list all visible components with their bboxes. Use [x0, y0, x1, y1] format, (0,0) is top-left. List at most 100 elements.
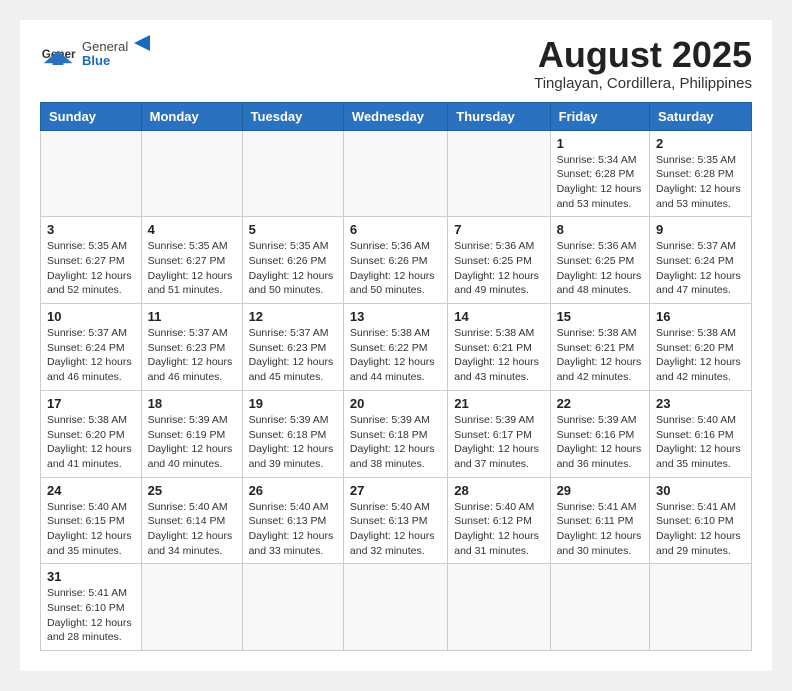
calendar-cell	[550, 564, 649, 651]
day-number: 23	[656, 396, 745, 411]
day-number: 29	[557, 483, 643, 498]
day-number: 1	[557, 136, 643, 151]
calendar-cell: 28 Sunrise: 5:40 AM Sunset: 6:12 PM Dayli…	[448, 477, 550, 564]
weekday-header-row: SundayMondayTuesdayWednesdayThursdayFrid…	[41, 102, 752, 130]
day-number: 14	[454, 309, 543, 324]
weekday-header-thursday: Thursday	[448, 102, 550, 130]
calendar-cell	[448, 564, 550, 651]
logo-icon: General	[40, 38, 76, 74]
day-number: 20	[350, 396, 441, 411]
location: Tinglayan, Cordillera, Philippines	[534, 75, 752, 92]
weekday-header-monday: Monday	[141, 102, 242, 130]
calendar-cell: 3Sunrise: 5:35 AM Sunset: 6:27 PM Daylig…	[41, 217, 142, 304]
day-info: Sunrise: 5:39 AM Sunset: 6:18 PM Dayligh…	[249, 413, 337, 472]
day-number: 28	[454, 483, 543, 498]
day-info: Sunrise: 5:38 AM Sunset: 6:20 PM Dayligh…	[47, 413, 135, 472]
day-info: Sunrise: 5:39 AM Sunset: 6:16 PM Dayligh…	[557, 413, 643, 472]
day-number: 17	[47, 396, 135, 411]
svg-text:General: General	[82, 39, 128, 54]
day-info: Sunrise: 5:38 AM Sunset: 6:22 PM Dayligh…	[350, 326, 441, 385]
weekday-header-friday: Friday	[550, 102, 649, 130]
day-info: Sunrise: 5:40 AM Sunset: 6:13 PM Dayligh…	[350, 500, 441, 559]
header: General General Blue August 2025 Tinglay…	[40, 35, 752, 92]
day-info: Sunrise: 5:36 AM Sunset: 6:25 PM Dayligh…	[557, 239, 643, 298]
week-row-4: 17 Sunrise: 5:38 AM Sunset: 6:20 PM Dayli…	[41, 390, 752, 477]
calendar-cell: 11Sunrise: 5:37 AM Sunset: 6:23 PM Dayli…	[141, 304, 242, 391]
week-row-2: 3Sunrise: 5:35 AM Sunset: 6:27 PM Daylig…	[41, 217, 752, 304]
day-info: Sunrise: 5:40 AM Sunset: 6:12 PM Dayligh…	[454, 500, 543, 559]
day-number: 9	[656, 222, 745, 237]
logo-text: General Blue	[82, 35, 162, 76]
day-number: 31	[47, 569, 135, 584]
calendar-cell	[141, 564, 242, 651]
day-info: Sunrise: 5:35 AM Sunset: 6:27 PM Dayligh…	[47, 239, 135, 298]
calendar-cell: 5 Sunrise: 5:35 AM Sunset: 6:26 PM Daylig…	[242, 217, 343, 304]
day-info: Sunrise: 5:39 AM Sunset: 6:19 PM Dayligh…	[148, 413, 236, 472]
day-info: Sunrise: 5:40 AM Sunset: 6:13 PM Dayligh…	[249, 500, 337, 559]
day-number: 11	[148, 309, 236, 324]
day-info: Sunrise: 5:35 AM Sunset: 6:27 PM Dayligh…	[148, 239, 236, 298]
calendar-cell: 8 Sunrise: 5:36 AM Sunset: 6:25 PM Daylig…	[550, 217, 649, 304]
calendar-cell	[242, 130, 343, 217]
weekday-header-sunday: Sunday	[41, 102, 142, 130]
day-number: 15	[557, 309, 643, 324]
day-info: Sunrise: 5:37 AM Sunset: 6:24 PM Dayligh…	[47, 326, 135, 385]
day-number: 5	[249, 222, 337, 237]
day-number: 19	[249, 396, 337, 411]
week-row-1: 1 Sunrise: 5:34 AM Sunset: 6:28 PM Daylig…	[41, 130, 752, 217]
week-row-6: 31 Sunrise: 5:41 AM Sunset: 6:10 PM Dayli…	[41, 564, 752, 651]
calendar-cell: 22 Sunrise: 5:39 AM Sunset: 6:16 PM Dayli…	[550, 390, 649, 477]
calendar-cell: 1 Sunrise: 5:34 AM Sunset: 6:28 PM Daylig…	[550, 130, 649, 217]
calendar-cell: 19 Sunrise: 5:39 AM Sunset: 6:18 PM Dayli…	[242, 390, 343, 477]
day-number: 30	[656, 483, 745, 498]
day-number: 10	[47, 309, 135, 324]
calendar-cell: 24Sunrise: 5:40 AM Sunset: 6:15 PM Dayli…	[41, 477, 142, 564]
day-info: Sunrise: 5:36 AM Sunset: 6:25 PM Dayligh…	[454, 239, 543, 298]
day-number: 16	[656, 309, 745, 324]
weekday-header-tuesday: Tuesday	[242, 102, 343, 130]
month-year: August 2025	[534, 35, 752, 75]
day-number: 25	[148, 483, 236, 498]
day-number: 6	[350, 222, 441, 237]
day-info: Sunrise: 5:34 AM Sunset: 6:28 PM Dayligh…	[557, 153, 643, 212]
day-number: 24	[47, 483, 135, 498]
calendar-cell: 15Sunrise: 5:38 AM Sunset: 6:21 PM Dayli…	[550, 304, 649, 391]
day-number: 22	[557, 396, 643, 411]
day-number: 12	[249, 309, 337, 324]
calendar-cell	[343, 130, 447, 217]
day-number: 8	[557, 222, 643, 237]
calendar-cell	[343, 564, 447, 651]
calendar-container: General General Blue August 2025 Tinglay…	[20, 20, 772, 671]
day-info: Sunrise: 5:35 AM Sunset: 6:28 PM Dayligh…	[656, 153, 745, 212]
calendar-cell	[41, 130, 142, 217]
svg-text:Blue: Blue	[82, 53, 110, 68]
title-block: August 2025 Tinglayan, Cordillera, Phili…	[534, 35, 752, 92]
calendar-cell	[242, 564, 343, 651]
calendar-cell: 26 Sunrise: 5:40 AM Sunset: 6:13 PM Dayli…	[242, 477, 343, 564]
calendar-cell: 27 Sunrise: 5:40 AM Sunset: 6:13 PM Dayli…	[343, 477, 447, 564]
calendar-cell: 29 Sunrise: 5:41 AM Sunset: 6:11 PM Dayli…	[550, 477, 649, 564]
calendar-cell: 23 Sunrise: 5:40 AM Sunset: 6:16 PM Dayli…	[650, 390, 752, 477]
day-info: Sunrise: 5:37 AM Sunset: 6:23 PM Dayligh…	[249, 326, 337, 385]
day-info: Sunrise: 5:40 AM Sunset: 6:16 PM Dayligh…	[656, 413, 745, 472]
calendar-cell: 13Sunrise: 5:38 AM Sunset: 6:22 PM Dayli…	[343, 304, 447, 391]
day-number: 4	[148, 222, 236, 237]
day-info: Sunrise: 5:41 AM Sunset: 6:10 PM Dayligh…	[656, 500, 745, 559]
weekday-header-wednesday: Wednesday	[343, 102, 447, 130]
calendar-cell	[650, 564, 752, 651]
calendar-cell: 12 Sunrise: 5:37 AM Sunset: 6:23 PM Dayli…	[242, 304, 343, 391]
day-info: Sunrise: 5:41 AM Sunset: 6:10 PM Dayligh…	[47, 586, 135, 645]
day-number: 26	[249, 483, 337, 498]
calendar-cell: 25Sunrise: 5:40 AM Sunset: 6:14 PM Dayli…	[141, 477, 242, 564]
calendar-table: SundayMondayTuesdayWednesdayThursdayFrid…	[40, 102, 752, 652]
calendar-cell: 4 Sunrise: 5:35 AM Sunset: 6:27 PM Daylig…	[141, 217, 242, 304]
day-number: 27	[350, 483, 441, 498]
week-row-3: 10 Sunrise: 5:37 AM Sunset: 6:24 PM Dayli…	[41, 304, 752, 391]
logo: General General Blue	[40, 35, 162, 76]
day-info: Sunrise: 5:35 AM Sunset: 6:26 PM Dayligh…	[249, 239, 337, 298]
week-row-5: 24Sunrise: 5:40 AM Sunset: 6:15 PM Dayli…	[41, 477, 752, 564]
day-info: Sunrise: 5:39 AM Sunset: 6:18 PM Dayligh…	[350, 413, 441, 472]
calendar-cell: 17 Sunrise: 5:38 AM Sunset: 6:20 PM Dayli…	[41, 390, 142, 477]
day-info: Sunrise: 5:38 AM Sunset: 6:21 PM Dayligh…	[454, 326, 543, 385]
day-info: Sunrise: 5:41 AM Sunset: 6:11 PM Dayligh…	[557, 500, 643, 559]
